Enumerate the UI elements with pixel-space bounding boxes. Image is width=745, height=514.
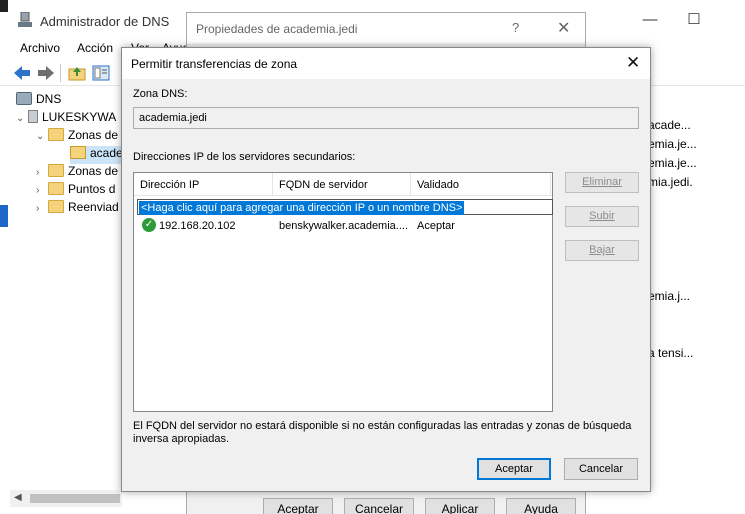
menu-accion[interactable]: Acción <box>77 41 113 55</box>
tree-item-trust-points[interactable]: › Puntos d <box>36 182 115 200</box>
list-header: Dirección IP FQDN de servidor Validado <box>134 173 552 196</box>
ok-button[interactable]: Aceptar <box>477 458 551 480</box>
dialog-title: Permitir transferencias de zona <box>131 57 298 71</box>
folder-icon <box>48 128 64 141</box>
chevron-down-icon[interactable]: ⌄ <box>16 113 28 124</box>
zone-icon <box>70 146 86 159</box>
properties-help-button[interactable]: Ayuda <box>506 498 576 514</box>
forward-arrow-icon[interactable] <box>36 64 56 82</box>
help-icon[interactable]: ? <box>512 20 519 35</box>
up-folder-icon[interactable] <box>67 64 87 82</box>
fqdn-note: El FQDN del servidor no estará disponibl… <box>133 420 632 445</box>
record-item[interactable]: acade... <box>648 118 691 132</box>
record-item[interactable]: emia.j... <box>648 289 690 303</box>
properties-title: Propiedades de academia.jedi <box>196 22 358 36</box>
move-up-button[interactable]: Subir <box>565 206 639 227</box>
folder-icon <box>48 164 64 177</box>
record-item[interactable]: mia.jedi. <box>648 175 693 189</box>
minimize-button[interactable]: — <box>640 10 660 30</box>
table-row[interactable]: ✓ 192.168.20.102 benskywalker.academia..… <box>134 217 552 235</box>
tree-item-server[interactable]: ⌄ LUKESKYWA <box>16 110 116 128</box>
folder-icon <box>48 200 64 213</box>
scroll-left-icon[interactable]: ◀ <box>14 492 22 503</box>
close-icon[interactable]: ✕ <box>557 18 570 38</box>
move-down-button[interactable]: Bajar <box>565 240 639 261</box>
row-validated: Aceptar <box>417 220 455 232</box>
records-list: acade... emia.je... emia.je... mia.jedi.… <box>640 88 745 488</box>
dialog-titlebar: Permitir transferencias de zona ✕ <box>122 48 650 79</box>
back-arrow-icon[interactable] <box>12 64 32 82</box>
scroll-thumb[interactable] <box>30 494 120 503</box>
record-item[interactable]: emia.je... <box>648 156 697 170</box>
column-fqdn[interactable]: FQDN de servidor <box>273 173 411 196</box>
servers-label: Direcciones IP de los servidores secunda… <box>133 151 356 163</box>
server-icon <box>28 110 38 123</box>
console-tree: DNS ⌄ LUKESKYWA ⌄ Zonas de acade › Zonas de… <box>6 88 129 488</box>
properties-titlebar: Propiedades de academia.jedi ? ✕ <box>187 13 585 43</box>
record-item[interactable]: a tensi... <box>648 346 693 360</box>
zone-field: academia.jedi <box>133 107 639 129</box>
tree-item-zone-academia[interactable]: acade <box>70 146 129 164</box>
chevron-right-icon[interactable]: › <box>36 167 48 178</box>
maximize-button[interactable]: ☐ <box>684 10 704 30</box>
tree-item-forwarders[interactable]: › Reenviad <box>36 200 119 218</box>
show-hide-console-tree-icon[interactable] <box>91 64 111 82</box>
zone-label: Zona DNS: <box>133 88 188 100</box>
row-ip: 192.168.20.102 <box>159 220 236 232</box>
properties-apply-button[interactable]: Aplicar <box>425 498 495 514</box>
folder-icon <box>48 182 64 195</box>
record-item[interactable]: emia.je... <box>648 137 697 151</box>
properties-cancel-button[interactable]: Cancelar <box>344 498 414 514</box>
tree-item-reverse-zones[interactable]: › Zonas de <box>36 164 118 182</box>
secondary-servers-list[interactable]: Dirección IP FQDN de servidor Validado <… <box>133 172 553 412</box>
add-server-input[interactable]: <Haga clic aquí para agregar una direcci… <box>137 199 553 215</box>
properties-accept-button[interactable]: Aceptar <box>263 498 333 514</box>
toolbar-separator <box>60 64 61 82</box>
add-server-placeholder[interactable]: <Haga clic aquí para agregar una direcci… <box>139 201 465 215</box>
chevron-right-icon[interactable]: › <box>36 203 48 214</box>
validated-check-icon: ✓ <box>142 218 156 232</box>
column-ip[interactable]: Dirección IP <box>134 173 273 196</box>
cancel-button[interactable]: Cancelar <box>564 458 638 480</box>
dns-manager-title: Administrador de DNS <box>40 14 170 29</box>
chevron-right-icon[interactable]: › <box>36 185 48 196</box>
chevron-down-icon[interactable]: ⌄ <box>36 131 48 142</box>
menu-archivo[interactable]: Archivo <box>20 41 60 55</box>
zone-transfer-dialog: Permitir transferencias de zona ✕ Zona D… <box>121 47 651 492</box>
close-icon[interactable]: ✕ <box>626 53 640 73</box>
delete-button[interactable]: Eliminar <box>565 172 639 193</box>
dns-manager-app-icon <box>18 12 32 27</box>
tree-item-dns[interactable]: DNS <box>16 92 61 110</box>
row-fqdn: benskywalker.academia.... <box>279 220 409 232</box>
horizontal-scrollbar[interactable]: ◀ <box>10 490 122 507</box>
column-validated[interactable]: Validado <box>411 173 551 196</box>
dns-icon <box>16 92 32 105</box>
tree-item-forward-zones[interactable]: ⌄ Zonas de <box>36 128 118 146</box>
